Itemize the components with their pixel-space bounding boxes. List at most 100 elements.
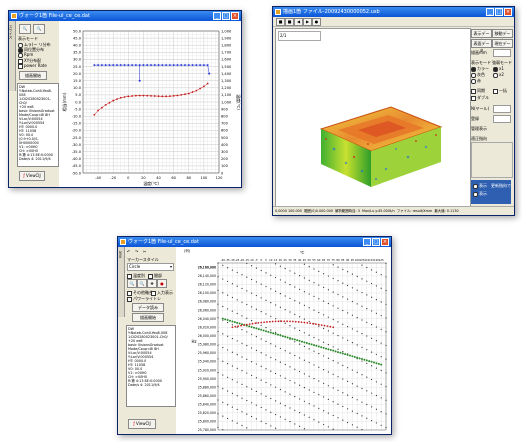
- data-point-highlight: [315, 344, 318, 347]
- display-data-button[interactable]: 表示データ: [471, 29, 492, 43]
- close-button[interactable]: ×: [231, 12, 239, 20]
- x-tick-label: 30: [288, 258, 292, 262]
- data-point-highlight: [341, 352, 344, 355]
- close-button[interactable]: ×: [504, 8, 512, 16]
- data-point: [351, 396, 353, 399]
- data-point-highlight: [267, 330, 270, 333]
- title-bar[interactable]: ヴォーク1箇 File-ul_ce_ce.dat _ □ ×: [118, 237, 391, 247]
- surface-data-button[interactable]: 表面データ: [471, 39, 492, 53]
- bottom-option-1[interactable]: 表示: [473, 191, 487, 197]
- tool-icon[interactable]: ↷: [135, 249, 138, 254]
- x2-radio[interactable]: x2: [493, 72, 504, 78]
- tool-button-5[interactable]: ●: [312, 18, 321, 26]
- minimize-button[interactable]: _: [363, 238, 371, 246]
- data-point: [270, 384, 272, 386]
- window-title: ヴォーク1箇 File-ul_ce_ce.dat: [19, 13, 90, 19]
- vertical-tab[interactable]: Xfilt: [118, 247, 125, 317]
- draw-mm-input[interactable]: [493, 49, 511, 57]
- left-panel: Xfilt ↶ ↷ ✂ マーカースタイル Circle ▾ 温度別 間部 🔍 🔍…: [118, 247, 176, 434]
- title-bar[interactable]: ヴォーク1箇 File-ul_ce_ce.dat _ □ ×: [9, 11, 241, 21]
- view-button[interactable]: ƒ ViewCIJ: [19, 171, 45, 181]
- x-tick-label: 40: [298, 258, 302, 262]
- data-point-highlight: [327, 348, 330, 351]
- view-button[interactable]: ƒ ViewCIJ: [128, 419, 156, 429]
- plot-area[interactable]: 50.0 45.0 40.0 35.0 30.0 25.0 20.0 15.0 10.0 5.0 0…: [59, 21, 241, 187]
- data-point: [265, 327, 267, 329]
- n-input[interactable]: [493, 105, 511, 113]
- x-tick-label: 60: [317, 258, 321, 262]
- data-point-highlight: [346, 353, 349, 356]
- checkbox-4[interactable]: パワーライトレ: [127, 296, 161, 302]
- tool-button-3[interactable]: ◀: [294, 18, 303, 26]
- bottom-option-0[interactable]: 表示: [473, 183, 487, 189]
- y-tick-label: 25,980,000: [198, 343, 216, 347]
- plot-area[interactable]: 26,160,000 26,160,000 26,140,000 26,120,000…: [176, 247, 391, 434]
- data-point: [332, 401, 334, 403]
- data-point: [327, 412, 329, 414]
- zoom-in-button[interactable]: 🔍: [19, 24, 31, 34]
- marker-red-button[interactable]: ●: [157, 279, 167, 288]
- sync-checkbox[interactable]: 同期: [471, 88, 485, 94]
- data-point: [241, 287, 243, 290]
- data-point: [222, 388, 224, 390]
- double-checkbox[interactable]: ダブル: [471, 95, 489, 101]
- info-line: Date/s 4: 2011/9/4: [19, 157, 51, 161]
- maximize-button[interactable]: □: [495, 8, 503, 16]
- data-load-button[interactable]: データ読み: [132, 303, 164, 312]
- data-point: [260, 393, 262, 395]
- data-point-red: [248, 323, 251, 326]
- data-point: [265, 285, 267, 288]
- x-tick-label: 75: [332, 258, 336, 262]
- data-point: [347, 408, 349, 410]
- zoom-out-button[interactable]: 🔍: [33, 24, 45, 34]
- tool-icon[interactable]: ↶: [127, 249, 130, 254]
- title-bar[interactable]: 描画1箇 ファイル-20092430000052.usb _ □ ×: [273, 7, 514, 17]
- radio-2[interactable]: Rpm: [18, 52, 33, 58]
- pan-button[interactable]: ✥: [147, 279, 157, 288]
- data-point: [246, 303, 248, 306]
- data-point-red: [309, 322, 312, 325]
- data-point: [337, 348, 339, 350]
- y-tick-label-left: 40.0: [73, 44, 82, 48]
- red-radio[interactable]: 赤: [471, 78, 481, 84]
- view-3d-area[interactable]: 2/1: [275, 28, 471, 208]
- y-tick-label: 25,920,000: [198, 368, 216, 372]
- data-point: [294, 286, 296, 288]
- tool-button-4[interactable]: ▶: [303, 18, 312, 26]
- close-button[interactable]: ×: [381, 238, 389, 246]
- data-point: [351, 383, 353, 385]
- maximize-button[interactable]: □: [372, 238, 380, 246]
- current-data-button[interactable]: 現在データ: [492, 39, 513, 53]
- plot-start-button[interactable]: 描画開始: [19, 71, 47, 80]
- y-tick-label-right: 1,100: [221, 93, 232, 97]
- y-tick-label-left: -50.0: [72, 171, 82, 175]
- tool-button-1[interactable]: ■: [276, 18, 285, 26]
- maximize-button[interactable]: □: [222, 12, 230, 20]
- radio-label: 灰色: [477, 72, 485, 77]
- plot-start-button[interactable]: 描画開始: [132, 313, 164, 322]
- marker-select[interactable]: Circle ▾: [127, 263, 174, 271]
- checkbox-1[interactable]: power Rate: [18, 63, 47, 69]
- batch-checkbox[interactable]: 一括: [493, 88, 507, 94]
- vertical-tab[interactable]: スライス: [9, 21, 16, 91]
- tool-icon[interactable]: ✂: [143, 249, 146, 254]
- minimize-button[interactable]: _: [486, 8, 494, 16]
- x1-radio[interactable]: x1: [493, 66, 504, 72]
- move-data-button[interactable]: 移動データ: [492, 29, 513, 43]
- bottom-option-2[interactable]: 更新指向で: [491, 183, 511, 189]
- y-tick-label-left: 50.0: [73, 29, 82, 33]
- data-point: [351, 342, 353, 344]
- register-input[interactable]: [493, 115, 511, 123]
- tool-button-2[interactable]: ■: [285, 18, 294, 26]
- minimize-button[interactable]: _: [213, 12, 221, 20]
- data-point: [318, 270, 320, 272]
- data-point: [191, 91, 194, 93]
- data-point: [294, 300, 296, 302]
- zoom-in-button[interactable]: 🔍: [127, 279, 137, 288]
- y-tick-label-left: 45.0: [73, 36, 82, 40]
- data-point: [246, 427, 248, 429]
- data-point: [275, 372, 277, 375]
- zoom-out-button[interactable]: 🔍: [137, 279, 147, 288]
- data-point-red: [300, 321, 303, 324]
- data-point: [217, 344, 219, 346]
